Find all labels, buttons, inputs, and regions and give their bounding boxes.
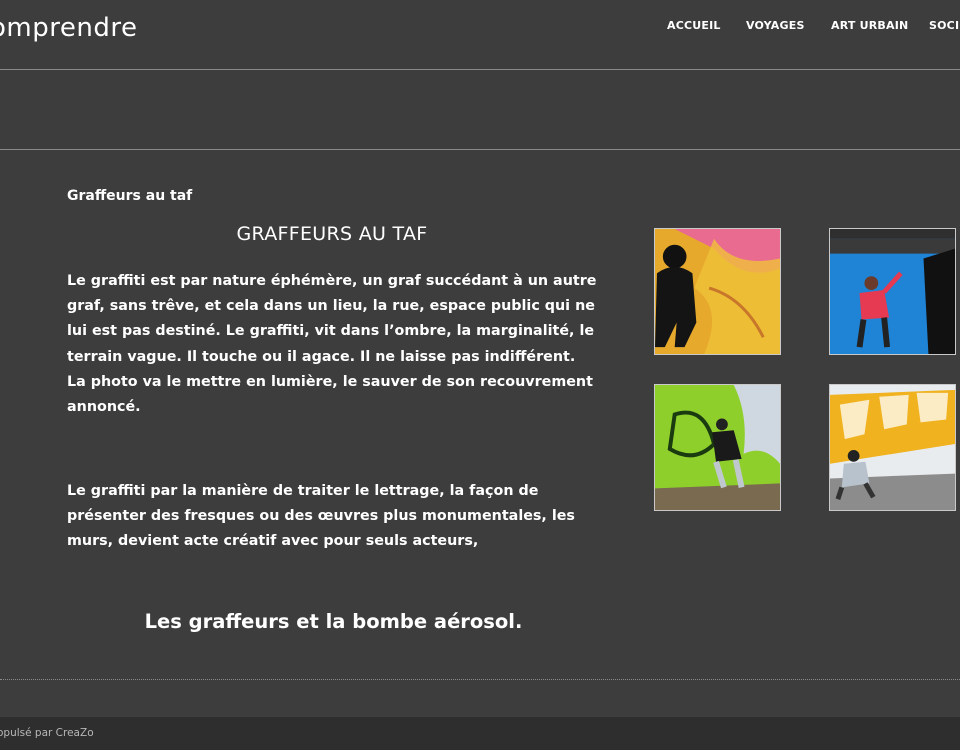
graffiti-photo	[830, 229, 955, 354]
footer-credit[interactable]: opulsé par CreaZo	[0, 727, 94, 739]
nav-voyages[interactable]: VOYAGES	[746, 19, 805, 32]
nav-societe[interactable]: SOCIÉ	[929, 19, 960, 32]
article-paragraph: Le graffiti par la manière de traiter le…	[67, 483, 575, 550]
content-divider	[0, 679, 960, 680]
gallery-thumbnail-4[interactable]	[829, 384, 956, 511]
banner-divider	[0, 149, 960, 150]
gallery-thumbnail-1[interactable]	[654, 228, 781, 355]
header-divider	[0, 69, 960, 70]
graffiti-photo	[830, 385, 955, 510]
closing-quote: Les graffeurs et la bombe aérosol.	[144, 610, 523, 633]
breadcrumb: Graffeurs au taf	[67, 188, 193, 204]
article-paragraph: Le graffiti est par nature éphémère, un …	[67, 273, 597, 416]
gallery-thumbnail-2[interactable]	[829, 228, 956, 355]
nav-accueil[interactable]: ACCUEIL	[667, 19, 721, 32]
graffiti-photo	[655, 229, 780, 354]
graffiti-photo	[655, 385, 780, 510]
main-nav: ACCUEIL VOYAGES ART URBAIN SOCIÉ	[0, 19, 960, 35]
page-title: GRAFFEURS AU TAF	[236, 223, 428, 245]
gallery-thumbnail-3[interactable]	[654, 384, 781, 511]
nav-art-urbain[interactable]: ART URBAIN	[831, 19, 908, 32]
footer: opulsé par CreaZo	[0, 717, 960, 750]
